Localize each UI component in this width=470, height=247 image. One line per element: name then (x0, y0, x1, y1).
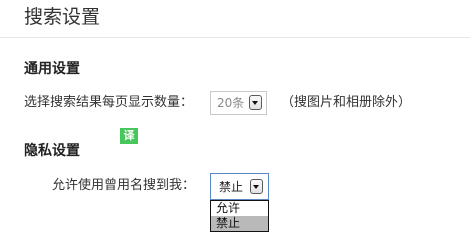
results-per-page-label: 选择搜索结果每页显示数量： (24, 95, 194, 110)
chevron-down-icon[interactable] (250, 179, 263, 194)
nickname-search-select[interactable]: 禁止 (210, 173, 269, 200)
nickname-search-label: 允许使用曾用名搜到我： (52, 178, 196, 193)
nickname-search-dropdown: 允许 禁止 (210, 200, 269, 232)
general-settings-heading: 通用设置 (24, 61, 80, 77)
results-per-page-note: （搜图片和相册除外） (281, 95, 412, 110)
chevron-down-icon[interactable] (249, 95, 262, 110)
title-divider (0, 37, 470, 38)
nickname-search-value: 禁止 (219, 180, 244, 194)
privacy-settings-heading: 隐私设置 (24, 143, 80, 159)
dropdown-option-allow[interactable]: 允许 (211, 201, 268, 216)
dropdown-option-forbid[interactable]: 禁止 (211, 216, 268, 231)
results-per-page-value: 20条 (217, 96, 245, 110)
translate-icon[interactable]: 译 (120, 128, 138, 144)
page-title: 搜索设置 (24, 6, 101, 28)
results-per-page-select[interactable]: 20条 (210, 91, 267, 115)
